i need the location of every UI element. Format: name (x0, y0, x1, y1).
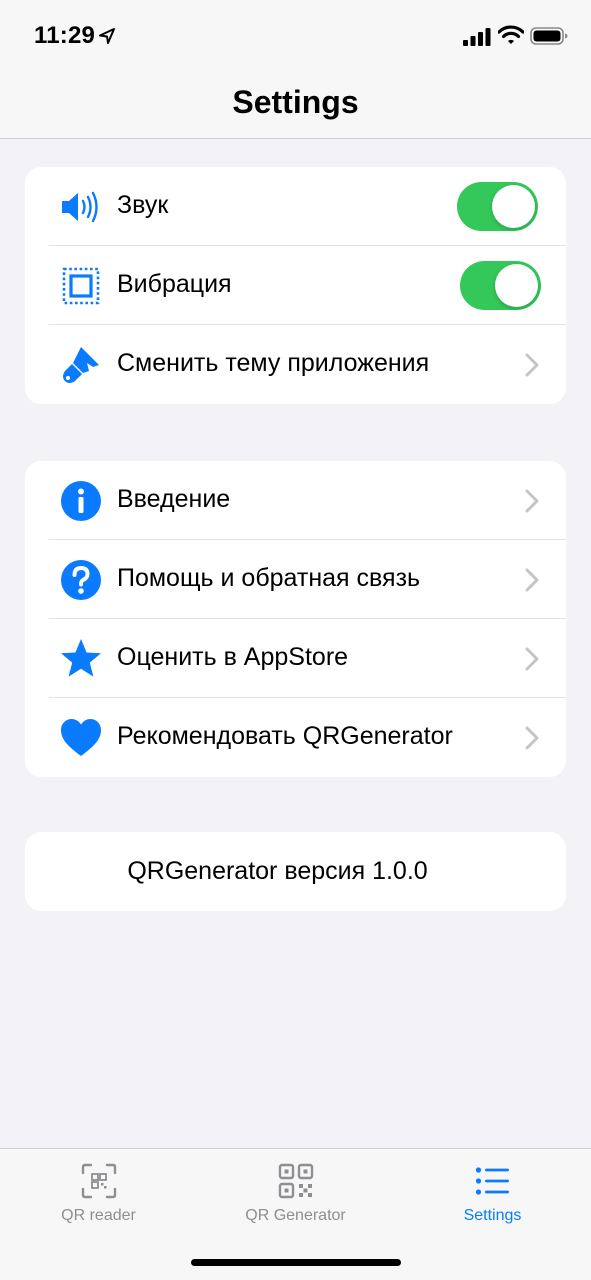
settings-group-info: Введение Помощь и обратная связь Оценить… (25, 461, 566, 777)
chevron-right-icon (525, 353, 539, 377)
tab-qr-generator[interactable]: QR Generator (197, 1149, 394, 1239)
status-time: 11:29 (34, 22, 96, 49)
row-change-theme[interactable]: Сменить тему приложения (25, 325, 566, 404)
qr-code-icon (278, 1163, 313, 1199)
version-text: QRGenerator версия 1.0.0 (127, 857, 428, 885)
sound-toggle[interactable] (457, 182, 538, 231)
cellular-signal-icon (463, 28, 491, 46)
info-icon (61, 481, 101, 521)
page-title: Settings (232, 84, 359, 120)
battery-icon (530, 27, 568, 45)
star-icon (61, 639, 101, 677)
speaker-icon (62, 191, 98, 223)
chevron-right-icon (525, 726, 539, 750)
vibration-icon (62, 267, 100, 305)
row-help-feedback[interactable]: Помощь и обратная связь (25, 540, 566, 619)
tab-settings[interactable]: Settings (394, 1149, 591, 1239)
sound-label: Звук (117, 191, 169, 219)
toggle-knob (495, 264, 538, 307)
version-card: QRGenerator версия 1.0.0 (25, 832, 566, 911)
vibration-toggle[interactable] (460, 261, 541, 310)
chevron-right-icon (525, 568, 539, 592)
home-indicator (191, 1259, 401, 1266)
qr-scan-icon (81, 1163, 116, 1199)
chevron-right-icon (525, 647, 539, 671)
row-introduction[interactable]: Введение (25, 461, 566, 540)
help-feedback-label: Помощь и обратная связь (117, 564, 421, 592)
row-vibration: Вибрация (25, 246, 566, 325)
tab-label: QR Generator (245, 1207, 346, 1224)
vibration-label: Вибрация (117, 270, 232, 298)
tab-label: QR reader (61, 1207, 136, 1224)
settings-group-preferences: Звук Вибрация Сменить тему приложения (25, 167, 566, 404)
recommend-label: Рекомендовать QRGenerator (117, 722, 453, 750)
chevron-right-icon (525, 489, 539, 513)
wifi-icon (498, 25, 524, 44)
tab-label: Settings (463, 1207, 522, 1224)
tab-qr-reader[interactable]: QR reader (0, 1149, 197, 1239)
change-theme-label: Сменить тему приложения (117, 349, 430, 377)
row-rate-appstore[interactable]: Оценить в AppStore (25, 619, 566, 698)
row-recommend[interactable]: Рекомендовать QRGenerator (25, 698, 566, 777)
heart-icon (61, 719, 101, 756)
status-bar: 11:29 (0, 0, 591, 70)
rate-appstore-label: Оценить в AppStore (117, 643, 349, 671)
list-icon (475, 1167, 509, 1195)
toggle-knob (492, 185, 535, 228)
introduction-label: Введение (117, 485, 231, 513)
navigation-bar: Settings (0, 70, 591, 139)
row-sound: Звук (25, 167, 566, 246)
location-arrow-icon (99, 28, 115, 44)
paintbrush-icon (63, 347, 99, 383)
question-icon (61, 560, 101, 600)
